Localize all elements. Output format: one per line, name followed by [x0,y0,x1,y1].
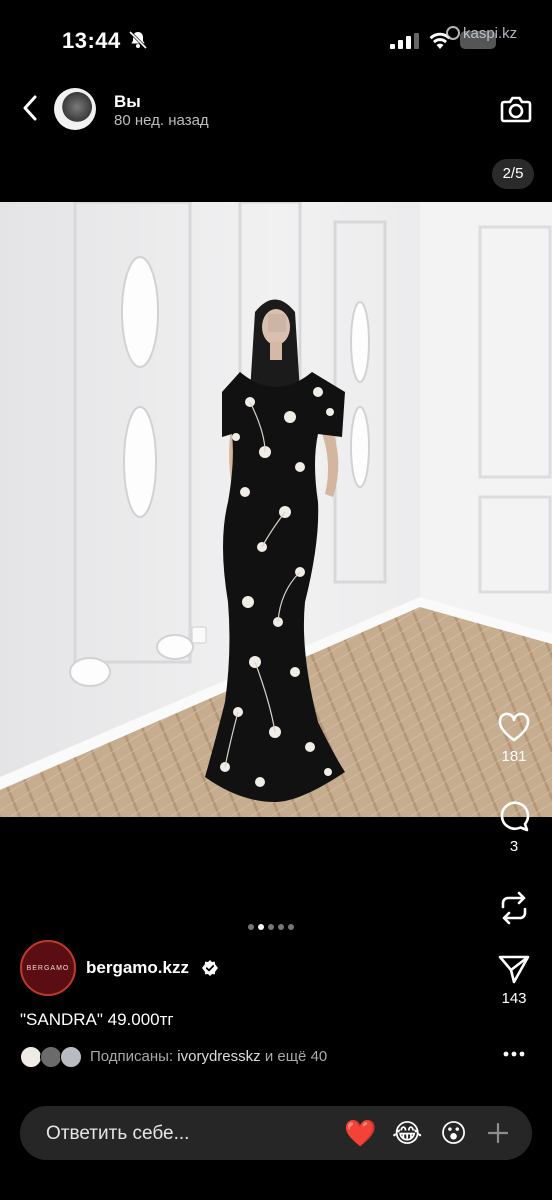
repost-action[interactable] [492,890,536,926]
status-time: 13:44 [62,28,121,53]
page-indicator: 2/5 [492,159,534,189]
follower-avatars[interactable] [20,1046,84,1068]
back-chevron-icon[interactable] [20,94,40,122]
followers-more: и ещё 40 [264,1048,328,1065]
kaspi-watermark: kaspi.kz [446,25,517,42]
camera-icon[interactable] [500,94,532,124]
story-user-name[interactable]: Вы [114,92,141,112]
carousel-dot [248,924,254,930]
kaspi-logo-icon [446,26,460,40]
follower-avatar [40,1046,62,1068]
reply-bar[interactable]: Ответить себе... ❤️ 😂 😮 [20,1106,532,1160]
status-bar: 13:44 kaspi.kz [0,0,552,80]
comment-bubble-icon[interactable] [497,800,531,832]
heart-icon[interactable] [497,712,531,742]
brand-avatar[interactable]: BERGAMO [20,940,76,996]
followers-user[interactable]: ivorydresskz [177,1048,260,1065]
bell-off-icon [128,30,148,50]
comments-count: 3 [509,838,519,855]
dress-photo-illustration [0,202,552,817]
post-caption: "SANDRA" 49.000тг [20,1010,174,1029]
post-photo[interactable] [0,202,552,817]
follower-avatar [20,1046,42,1068]
followers-label: Подписаны: [90,1048,174,1065]
reaction-laugh[interactable]: 😂 [392,1118,422,1148]
shares-count: 143 [501,990,527,1007]
followed-by-text[interactable]: Подписаны: ivorydresskz и ещё 40 [90,1048,327,1065]
reaction-heart[interactable]: ❤️ [344,1118,376,1148]
carousel-dot [278,924,284,930]
verified-badge-icon [202,960,218,976]
reply-input[interactable]: Ответить себе... [46,1123,189,1145]
cellular-signal-icon [390,33,419,49]
more-options-icon[interactable] [502,1047,526,1061]
watermark-text: kaspi.kz [463,25,518,42]
reaction-wow[interactable]: 😮 [440,1118,467,1148]
like-action[interactable]: 181 [492,712,536,765]
brand-logo-text: BERGAMO [26,964,70,972]
plus-icon[interactable] [488,1123,508,1143]
likes-count: 181 [501,748,527,765]
comment-action[interactable]: 3 [492,800,536,855]
share-action[interactable]: 143 [492,954,536,1007]
carousel-dot [288,924,294,930]
follower-avatar [60,1046,82,1068]
send-icon[interactable] [497,954,531,984]
carousel-dots [248,917,298,930]
story-post-time: 80 нед. назад [114,112,209,129]
repost-icon[interactable] [497,890,531,926]
carousel-dot-active [258,924,264,930]
carousel-dot [268,924,274,930]
avatar[interactable] [54,88,96,130]
author-name[interactable]: bergamo.kzz [86,958,189,978]
